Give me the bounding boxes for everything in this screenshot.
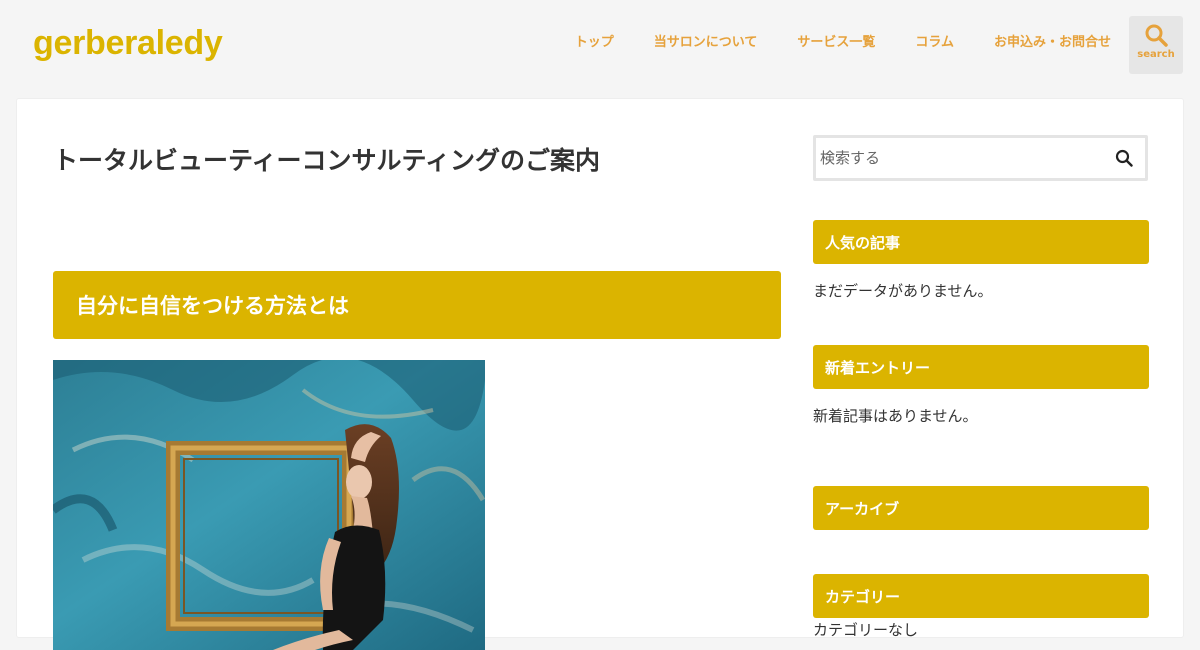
site-header: gerberaledy トップ 当サロンについて サービス一覧 コラム お申込み…: [0, 0, 1200, 90]
woman-with-frame-photo: [53, 360, 485, 650]
popular-empty-text: まだデータがありません。: [813, 282, 993, 300]
nav-item-top[interactable]: トップ: [555, 31, 634, 50]
nav-item-contact[interactable]: お申込み・お問合せ: [974, 31, 1111, 50]
section-heading: 自分に自信をつける方法とは: [53, 271, 781, 339]
sidebar-search-input[interactable]: [820, 147, 1100, 169]
widget-title-recent: 新着エントリー: [813, 345, 1149, 389]
nav-item-services[interactable]: サービス一覧: [777, 31, 895, 50]
main-nav: トップ 当サロンについて サービス一覧 コラム お申込み・お問合せ: [555, 31, 1111, 50]
search-icon: [1145, 24, 1168, 47]
nav-item-about[interactable]: 当サロンについて: [634, 31, 778, 50]
page-title: トータルビューティーコンサルティングのご案内: [53, 146, 601, 175]
search-button-label: search: [1137, 49, 1175, 60]
site-logo[interactable]: gerberaledy: [33, 24, 223, 63]
hero-image: [53, 360, 485, 650]
content-card: トータルビューティーコンサルティングのご案内 自分に自信をつける方法とは 検索す…: [16, 98, 1184, 650]
search-icon[interactable]: [1115, 149, 1133, 171]
recent-empty-text: 新着記事はありません。: [813, 407, 978, 425]
sidebar-search-box: [813, 135, 1148, 181]
header-search-button[interactable]: search: [1129, 16, 1183, 74]
widget-title-archive: アーカイブ: [813, 486, 1149, 530]
nav-item-column[interactable]: コラム: [895, 31, 974, 50]
widget-title-category: カテゴリー: [813, 574, 1149, 618]
widget-title-popular: 人気の記事: [813, 220, 1149, 264]
